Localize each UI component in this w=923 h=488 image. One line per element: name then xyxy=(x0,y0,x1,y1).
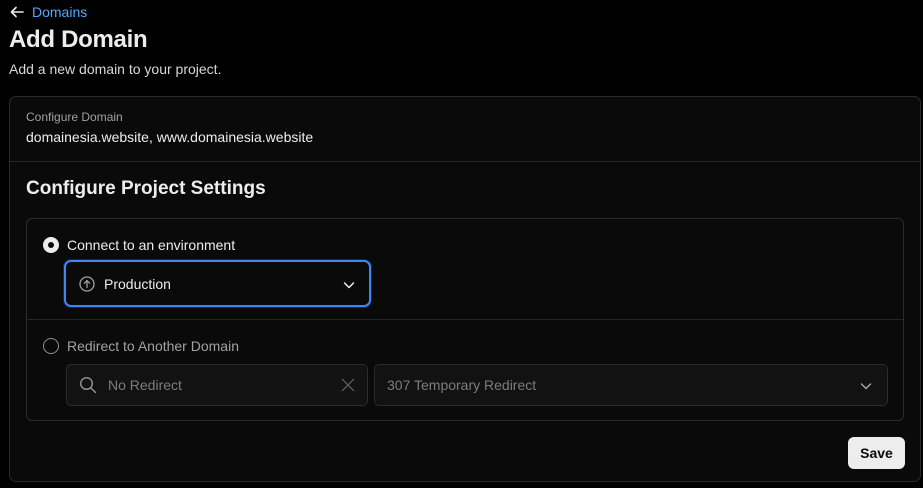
environment-radio-label[interactable]: Connect to an environment xyxy=(67,237,235,253)
page-title: Add Domain xyxy=(9,26,148,53)
redirect-type-select[interactable]: 307 Temporary Redirect xyxy=(374,364,888,406)
redirect-domain-search[interactable]: No Redirect xyxy=(66,364,368,406)
search-icon xyxy=(79,376,97,399)
back-link-label[interactable]: Domains xyxy=(32,4,87,20)
project-settings-options: Connect to an environment Production Red… xyxy=(26,218,904,421)
configure-domain-value: domainesia.website, www.domainesia.websi… xyxy=(26,129,314,145)
redirect-type-value: 307 Temporary Redirect xyxy=(387,377,537,393)
save-button[interactable]: Save xyxy=(848,437,905,469)
redirect-radio-label[interactable]: Redirect to Another Domain xyxy=(67,338,239,354)
environment-select[interactable]: Production xyxy=(64,260,371,307)
redirect-radio[interactable] xyxy=(43,338,59,354)
configure-domain-label: Configure Domain xyxy=(26,110,123,124)
configure-domain-section: Configure Domain domainesia.website, www… xyxy=(10,97,920,162)
back-to-domains-link[interactable]: Domains xyxy=(9,4,87,20)
chevron-down-icon xyxy=(342,278,356,297)
project-settings-title: Configure Project Settings xyxy=(26,178,266,199)
environment-option: Connect to an environment Production xyxy=(27,219,903,320)
redirect-search-placeholder: No Redirect xyxy=(108,377,182,393)
environment-select-value: Production xyxy=(104,276,171,292)
chevron-down-icon xyxy=(859,379,873,398)
clear-icon[interactable] xyxy=(341,378,355,397)
environment-radio[interactable] xyxy=(43,237,59,253)
add-domain-card: Configure Domain domainesia.website, www… xyxy=(9,96,921,482)
page-subtitle: Add a new domain to your project. xyxy=(9,61,222,77)
arrow-up-circle-icon xyxy=(79,276,95,297)
arrow-left-icon xyxy=(9,4,25,20)
